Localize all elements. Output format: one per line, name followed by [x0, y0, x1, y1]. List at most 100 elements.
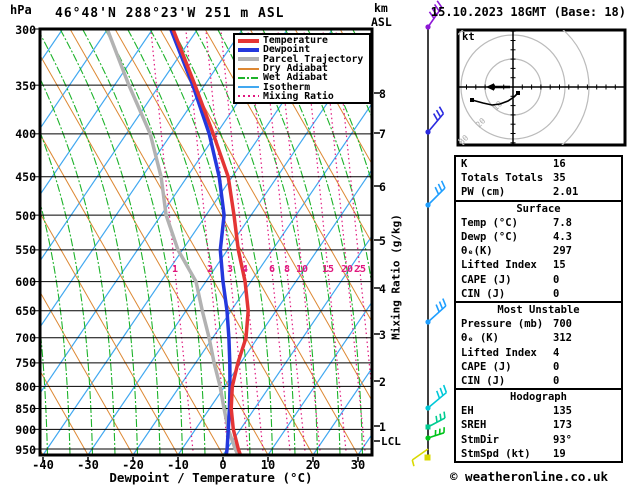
stats-row: EH135 — [456, 404, 621, 418]
legend-swatch — [238, 95, 259, 97]
stats-row: K16 — [456, 157, 621, 171]
stats-section-header: Most Unstable — [456, 303, 621, 317]
stats-row-value: 0 — [553, 361, 616, 373]
stats-row-value: 4.3 — [553, 231, 616, 243]
stats-row: StmSpd (kt)19 — [456, 447, 621, 461]
stats-section: Most UnstablePressure (mb)700θₑ (K)312Li… — [456, 301, 621, 388]
km-tick-label: 4 — [379, 282, 386, 296]
legend-swatch — [238, 68, 259, 70]
stats-section-header: Hodograph — [456, 390, 621, 404]
stats-row-label: Temp (°C) — [461, 217, 553, 229]
stats-row-label: Lifted Index — [461, 347, 553, 359]
legend-swatch — [238, 39, 259, 43]
stats-row-label: StmSpd (kt) — [461, 448, 553, 460]
stats-row-label: StmDir — [461, 434, 553, 446]
stats-section: HodographEH135SREH173StmDir93°StmSpd (kt… — [456, 388, 621, 461]
stats-row-value: 135 — [553, 405, 616, 417]
temp-tick-label: 30 — [338, 458, 378, 472]
pressure-axis-unit: hPa — [10, 3, 32, 17]
altitude-axis-unit-km: km — [374, 1, 388, 15]
pressure-tick-label: 800 — [4, 380, 36, 394]
stats-row-label: Dewp (°C) — [461, 231, 553, 243]
stats-row-label: EH — [461, 405, 553, 417]
km-tick-label: 1 — [379, 420, 386, 434]
sounding-page: 102030 hPa 46°48'N 288°23'W 251 m ASL km… — [0, 0, 629, 486]
mixing-ratio-value-label: 15 — [318, 264, 338, 275]
stats-row-label: θₑ (K) — [461, 332, 553, 344]
stats-row-label: PW (cm) — [461, 186, 553, 198]
pressure-tick-label: 450 — [4, 170, 36, 184]
stats-row-label: CIN (J) — [461, 288, 553, 300]
stats-row-label: K — [461, 158, 553, 170]
stats-section: SurfaceTemp (°C)7.8Dewp (°C)4.3θₑ(K)297L… — [456, 200, 621, 301]
stats-row: Pressure (mb)700 — [456, 317, 621, 331]
station-title: 46°48'N 288°23'W 251 m ASL — [55, 6, 285, 21]
copyright: © weatheronline.co.uk — [450, 469, 608, 484]
stats-row-value: 0 — [553, 274, 616, 286]
wind-barbs-group — [412, 1, 446, 466]
km-tick-label: 2 — [379, 375, 386, 389]
temp-tick-label: -40 — [23, 458, 63, 472]
stats-row: θₑ(K)297 — [456, 244, 621, 258]
parcel-trajectory-curve — [107, 29, 238, 455]
km-tick-label: 6 — [379, 180, 386, 194]
mixing-ratio-value-label: 2 — [200, 264, 220, 275]
stats-row-value: 4 — [553, 347, 616, 359]
legend-swatch — [238, 77, 259, 79]
stats-row-label: θₑ(K) — [461, 245, 553, 257]
stats-row-label: Lifted Index — [461, 259, 553, 271]
pressure-tick-label: 700 — [4, 331, 36, 345]
stats-row: Dewp (°C)4.3 — [456, 230, 621, 244]
altitude-axis-unit-asl: ASL — [371, 15, 392, 29]
stats-row: θₑ (K)312 — [456, 331, 621, 345]
stats-row-value: 2.01 — [553, 186, 616, 198]
stats-row-label: Pressure (mb) — [461, 318, 553, 330]
mixing-ratio-axis-label: Mixing Ratio (g/kg) — [390, 214, 403, 340]
stats-row-label: CAPE (J) — [461, 361, 553, 373]
km-tick-label: 5 — [379, 234, 386, 248]
x-axis-title: Dewpoint / Temperature (°C) — [96, 470, 326, 485]
stats-row-value: 0 — [553, 288, 616, 300]
pressure-tick-label: 500 — [4, 209, 36, 223]
km-ticks — [374, 93, 380, 441]
valid-datetime: 15.10.2023 18GMT (Base: 18) — [404, 5, 626, 19]
stats-row: Lifted Index4 — [456, 345, 621, 359]
legend-swatch — [238, 48, 259, 52]
legend-item: Mixing Ratio — [238, 92, 369, 101]
pressure-tick-label: 750 — [4, 356, 36, 370]
pressure-tick-label: 600 — [4, 275, 36, 289]
mixing-ratio-value-label: 1 — [165, 264, 185, 275]
stats-row-value: 312 — [553, 332, 616, 344]
stats-row-value: 297 — [553, 245, 616, 257]
mixing-ratio-value-label: 10 — [292, 264, 312, 275]
pressure-tick-label: 900 — [4, 423, 36, 437]
stats-row-label: CAPE (J) — [461, 274, 553, 286]
stats-row-label: CIN (J) — [461, 375, 553, 387]
stats-row-value: 0 — [553, 375, 616, 387]
legend-label: Mixing Ratio — [263, 91, 334, 102]
stats-row-label: Totals Totals — [461, 172, 553, 184]
stats-row: Totals Totals35 — [456, 171, 621, 185]
stats-row-label: SREH — [461, 419, 553, 431]
legend-swatch — [238, 86, 259, 88]
stats-row-value: 35 — [553, 172, 616, 184]
pressure-tick-label: 650 — [4, 304, 36, 318]
stats-row-value: 173 — [553, 419, 616, 431]
km-tick-label: 7 — [379, 127, 386, 141]
stats-row-value: 7.8 — [553, 217, 616, 229]
lcl-label: LCL — [381, 435, 401, 448]
stats-row: StmDir93° — [456, 433, 621, 447]
stats-row: CIN (J)0 — [456, 374, 621, 388]
legend-swatch — [238, 57, 259, 61]
stats-row: Lifted Index15 — [456, 258, 621, 272]
stats-row-value: 93° — [553, 434, 616, 446]
stats-row: Temp (°C)7.8 — [456, 216, 621, 230]
km-tick-label: 8 — [379, 87, 386, 101]
pressure-tick-label: 550 — [4, 243, 36, 257]
stats-row-value: 700 — [553, 318, 616, 330]
pressure-tick-label: 400 — [4, 127, 36, 141]
stats-row: PW (cm)2.01 — [456, 185, 621, 199]
pressure-tick-label: 950 — [4, 443, 36, 457]
stats-row: CIN (J)0 — [456, 287, 621, 301]
stats-section-header: Surface — [456, 202, 621, 216]
